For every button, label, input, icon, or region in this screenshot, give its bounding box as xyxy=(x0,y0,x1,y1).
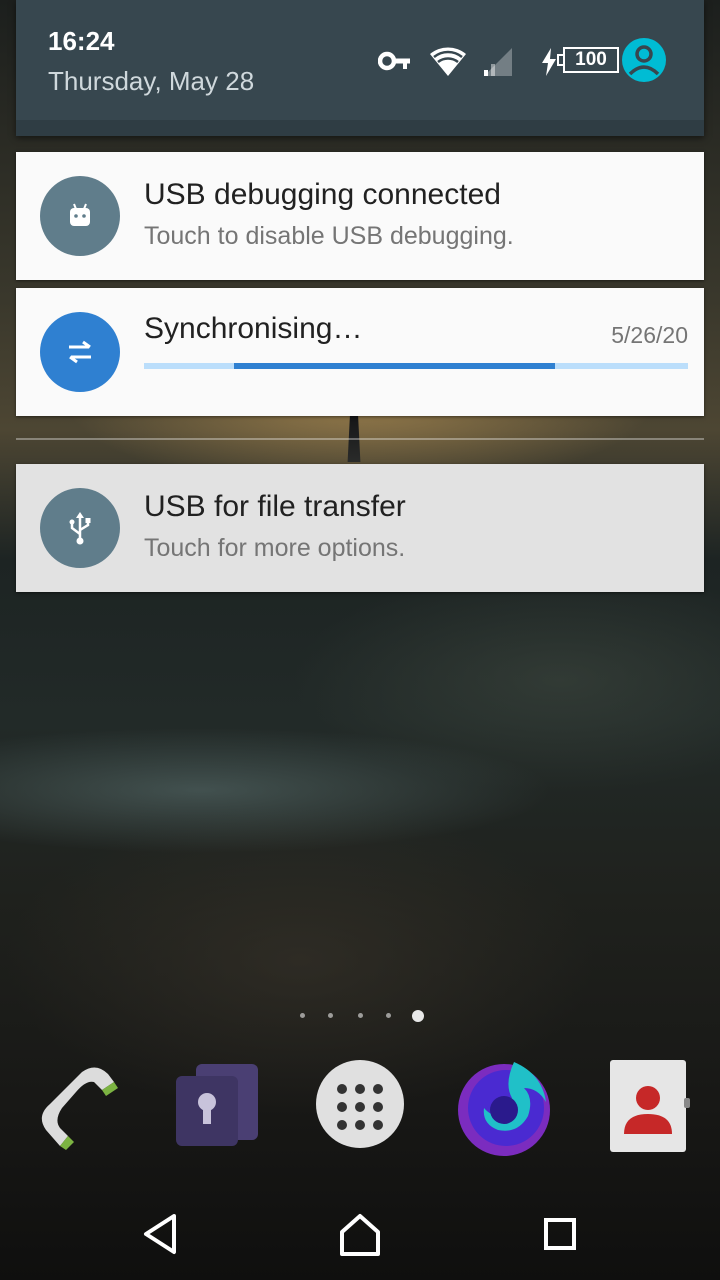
notification-time: 5/26/20 xyxy=(611,322,688,348)
cellular-signal-icon xyxy=(484,48,512,76)
navigation-bar xyxy=(0,1188,720,1280)
status-icons: 100 xyxy=(360,36,690,86)
notification-sync[interactable]: Synchronising… 5/26/20 xyxy=(16,288,704,416)
app-drawer-icon[interactable] xyxy=(310,1058,410,1158)
quick-settings-header[interactable]: 16:24 Thursday, May 28 100 xyxy=(16,0,704,136)
date: Thursday, May 28 xyxy=(48,66,255,96)
notification-title: USB debugging connected xyxy=(144,178,501,211)
battery-level: 100 xyxy=(575,49,607,70)
notification-title: USB for file transfer xyxy=(144,490,406,523)
notification-title: Synchronising… xyxy=(144,312,363,345)
header-bottom-strip xyxy=(16,120,704,136)
recents-icon[interactable] xyxy=(528,1202,592,1266)
notification-text: Touch for more options. xyxy=(144,534,406,562)
page-indicator xyxy=(292,1008,432,1024)
notification-usb-debugging[interactable]: USB debugging connected Touch to disable… xyxy=(16,152,704,280)
notification-text: Touch to disable USB debugging. xyxy=(144,222,514,250)
page-dot-active xyxy=(412,1010,424,1022)
sync-progress-fill xyxy=(233,363,555,369)
page-dot xyxy=(300,1013,305,1018)
sync-progress-bar xyxy=(144,363,688,369)
notification-usb-file-transfer[interactable]: USB for file transfer Touch for more opt… xyxy=(16,464,704,592)
page-dot xyxy=(328,1013,333,1018)
user-avatar-icon[interactable] xyxy=(622,38,666,82)
clock: 16:24 xyxy=(48,26,115,56)
contacts-app-icon[interactable] xyxy=(600,1058,700,1158)
page-dot xyxy=(386,1013,391,1018)
android-debug-icon xyxy=(40,176,120,256)
usb-icon xyxy=(40,488,120,568)
page-dot xyxy=(358,1013,363,1018)
home-icon[interactable] xyxy=(328,1202,392,1266)
back-icon[interactable] xyxy=(128,1202,192,1266)
wifi-icon xyxy=(430,47,466,76)
sync-icon xyxy=(40,312,120,392)
lockbox-app-icon[interactable] xyxy=(166,1058,266,1158)
firefox-app-icon[interactable] xyxy=(454,1058,554,1158)
phone-app-icon[interactable] xyxy=(26,1058,126,1158)
vpn-key-icon xyxy=(378,51,410,71)
notification-divider xyxy=(16,438,704,440)
